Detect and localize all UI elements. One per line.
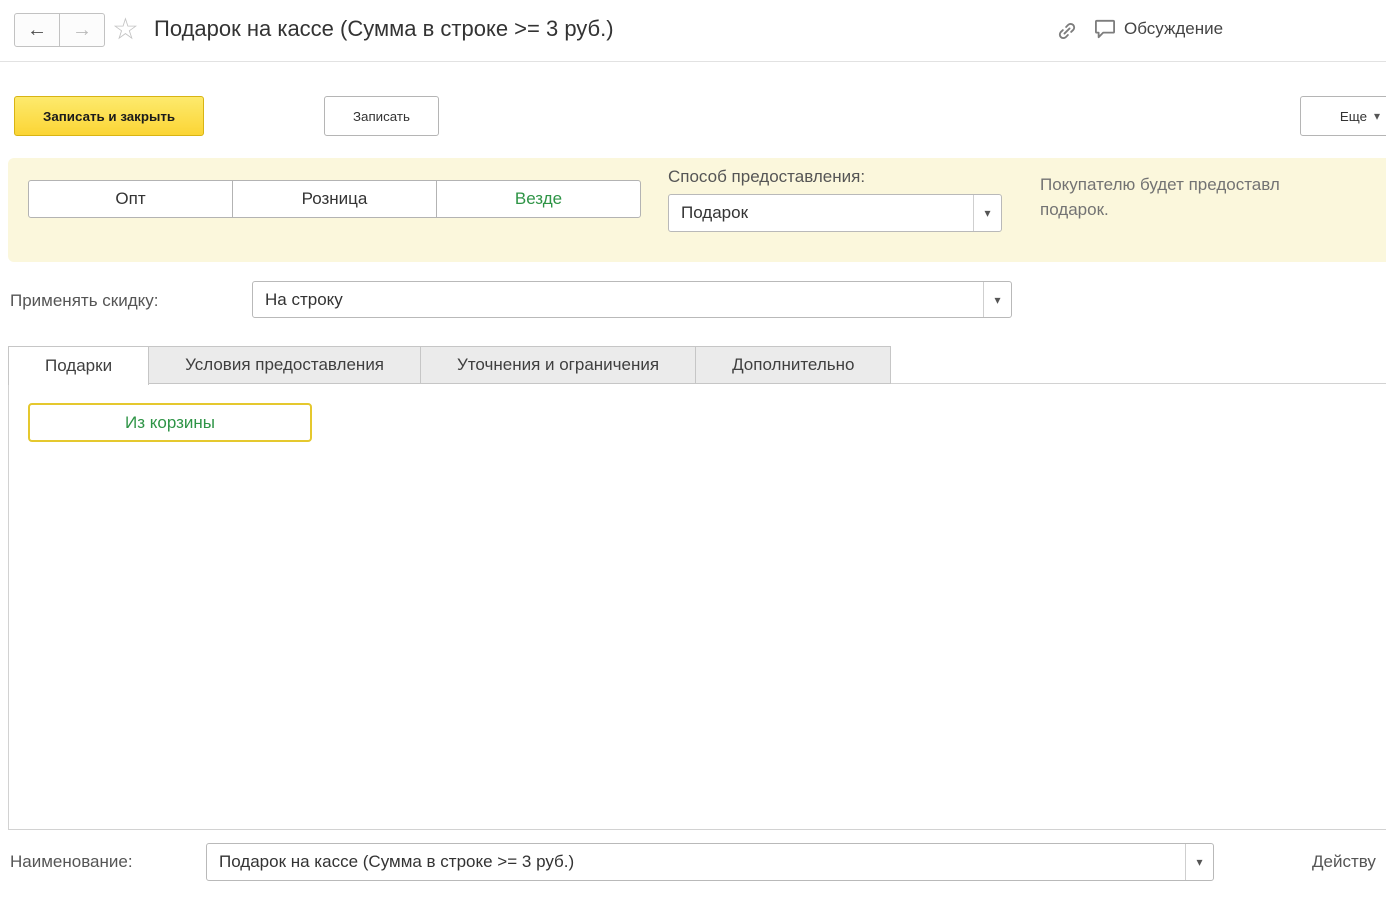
tab-bar: Подарки Условия предоставления Уточнения… xyxy=(8,346,890,385)
tab-clarifications-restrictions[interactable]: Уточнения и ограничения xyxy=(420,346,696,384)
forward-arrow-icon: → xyxy=(72,19,92,42)
back-arrow-icon: ← xyxy=(27,19,47,42)
more-actions-label: Еще xyxy=(1340,109,1367,124)
chevron-down-icon: ▾ xyxy=(1374,109,1380,123)
discussion-button[interactable]: Обсуждение xyxy=(1094,19,1223,39)
save-button[interactable]: Записать xyxy=(324,96,439,136)
dropdown-arrow-icon[interactable]: ▾ xyxy=(1185,844,1213,880)
name-field-label: Наименование: xyxy=(10,852,133,872)
apply-discount-combobox[interactable]: На строку ▾ xyxy=(252,281,1012,318)
discussion-label: Обсуждение xyxy=(1124,19,1223,39)
provision-hint-text: Покупателю будет предоставл подарок. xyxy=(1040,172,1280,222)
save-and-close-button[interactable]: Записать и закрыть xyxy=(14,96,204,136)
page-title: Подарок на кассе (Сумма в строке >= 3 ру… xyxy=(154,16,614,42)
dropdown-arrow-icon[interactable]: ▾ xyxy=(973,195,1001,231)
favorite-star-icon[interactable]: ☆ xyxy=(112,12,139,47)
name-value: Подарок на кассе (Сумма в строке >= 3 ру… xyxy=(207,852,1185,872)
back-button[interactable]: ← xyxy=(14,13,60,47)
provision-method-label: Способ предоставления: xyxy=(668,167,865,187)
tab-provision-conditions[interactable]: Условия предоставления xyxy=(148,346,421,384)
tab-additional[interactable]: Дополнительно xyxy=(695,346,891,384)
apply-discount-value: На строку xyxy=(253,290,983,310)
forward-button[interactable]: → xyxy=(59,13,105,47)
segment-retail[interactable]: Розница xyxy=(232,180,437,218)
discussion-icon xyxy=(1094,19,1116,39)
segment-wholesale[interactable]: Опт xyxy=(28,180,233,218)
get-link-icon[interactable] xyxy=(1056,20,1078,42)
provision-method-combobox[interactable]: Подарок ▾ xyxy=(668,194,1002,232)
more-actions-button[interactable]: Еще ▾ xyxy=(1300,96,1386,136)
gift-source-from-cart-button[interactable]: Из корзины xyxy=(28,403,312,442)
action-label: Действу xyxy=(1312,852,1376,872)
apply-discount-label: Применять скидку: xyxy=(10,291,158,311)
gifts-tab-panel xyxy=(8,383,1386,830)
name-combobox[interactable]: Подарок на кассе (Сумма в строке >= 3 ру… xyxy=(206,843,1214,881)
trade-zone-segmented-control: Опт Розница Везде xyxy=(28,180,641,218)
provision-method-value: Подарок xyxy=(669,203,973,223)
hint-line-2: подарок. xyxy=(1040,197,1280,222)
tab-gifts[interactable]: Подарки xyxy=(8,346,149,385)
segment-everywhere[interactable]: Везде xyxy=(436,180,641,218)
dropdown-arrow-icon[interactable]: ▾ xyxy=(983,282,1011,317)
window-header: ← → ☆ Подарок на кассе (Сумма в строке >… xyxy=(0,0,1386,62)
hint-line-1: Покупателю будет предоставл xyxy=(1040,172,1280,197)
